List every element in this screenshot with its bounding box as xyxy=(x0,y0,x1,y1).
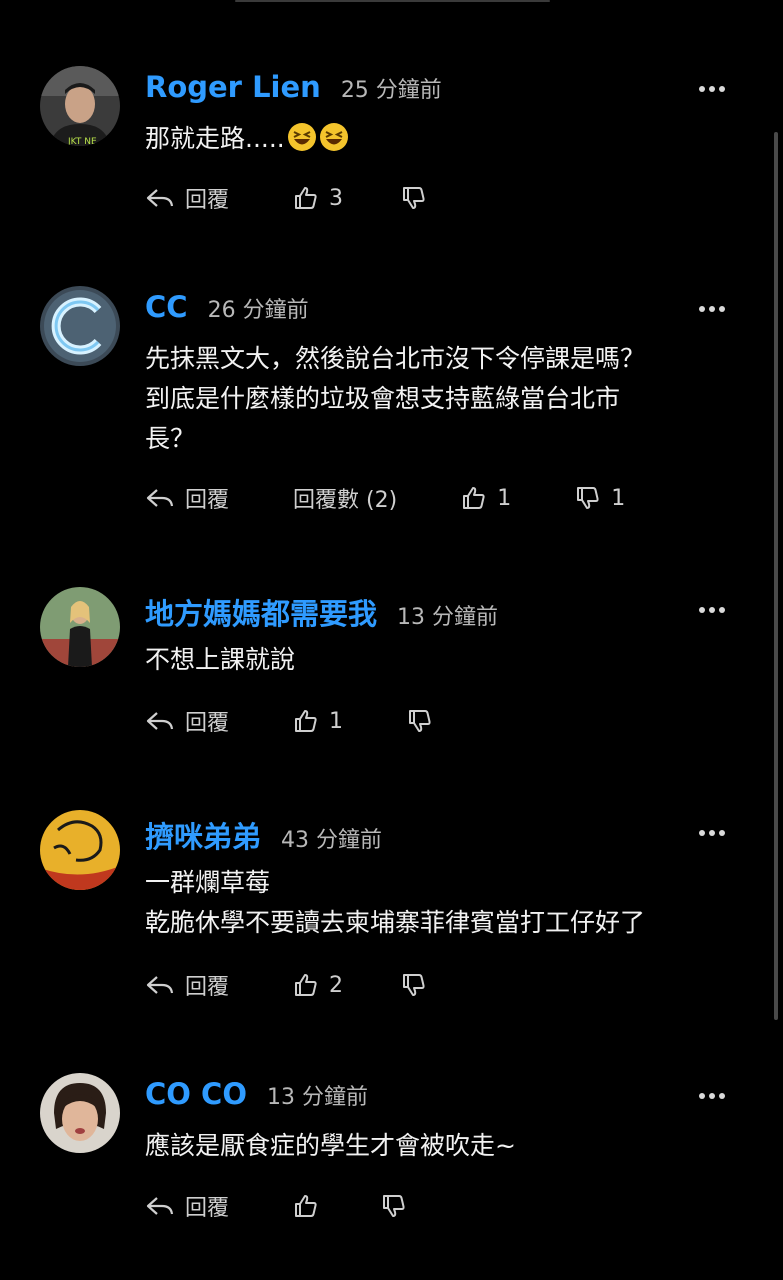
reply-button[interactable]: 回覆 xyxy=(145,969,229,1001)
like-count: 1 xyxy=(497,485,512,511)
reply-label: 回覆 xyxy=(185,188,230,213)
comment-text: 應該是厭食症的學生才會被吹走~ xyxy=(145,1131,516,1160)
more-options-icon[interactable] xyxy=(692,826,732,840)
thumbs-up-icon xyxy=(463,487,485,509)
comment-actions: 回覆 回覆數 (2) 1 1 xyxy=(145,481,625,515)
dislike-button[interactable] xyxy=(401,185,427,211)
reply-label: 回覆 xyxy=(185,1196,230,1221)
comment-actions: 回覆 1 xyxy=(145,704,433,738)
like-button[interactable] xyxy=(293,1193,319,1219)
more-options-icon[interactable] xyxy=(692,603,732,617)
timestamp: 26 分鐘前 xyxy=(207,298,309,323)
like-button[interactable]: 1 xyxy=(461,485,511,511)
comment-header: CO CO 13 分鐘前 xyxy=(145,1077,368,1117)
author-name[interactable]: 擠咪弟弟 xyxy=(145,814,261,856)
comment-text: 不想上課就說 xyxy=(145,645,296,674)
like-button[interactable]: 1 xyxy=(293,708,343,734)
author-name[interactable]: CO CO xyxy=(145,1077,247,1111)
like-count: 1 xyxy=(329,708,344,734)
reply-arrow-icon xyxy=(146,1197,174,1215)
reply-button[interactable]: 回覆 xyxy=(145,182,229,214)
author-name[interactable]: 地方媽媽都需要我 xyxy=(145,591,377,633)
comment-text: 那就走路..... xyxy=(145,119,745,164)
thumbs-down-icon xyxy=(409,710,431,732)
scrollbar[interactable] xyxy=(774,132,778,1020)
dislike-button[interactable] xyxy=(407,708,433,734)
replies-count: 回覆數 (2) xyxy=(293,488,398,513)
like-count: 2 xyxy=(329,972,344,998)
author-name[interactable]: CC xyxy=(145,290,188,324)
thumbs-down-icon xyxy=(577,487,599,509)
reply-button[interactable]: 回覆 xyxy=(145,705,229,737)
more-options-icon[interactable] xyxy=(692,1089,732,1103)
reply-arrow-icon xyxy=(146,189,174,207)
avatar[interactable] xyxy=(40,810,120,890)
comment-header: CC 26 分鐘前 xyxy=(145,290,309,330)
thumbs-down-icon xyxy=(383,1195,405,1217)
like-button[interactable]: 3 xyxy=(293,185,343,211)
more-options-icon[interactable] xyxy=(692,302,732,316)
comment-header: 地方媽媽都需要我 13 分鐘前 xyxy=(145,591,498,631)
thumbs-up-icon xyxy=(295,710,317,732)
comment-text: 先抹黑文大，然後說台北市沒下令停課是嗎？ 到底是什麼樣的垃圾會想支持藍綠當台北市… xyxy=(145,344,646,453)
reply-arrow-icon xyxy=(146,489,174,507)
timestamp: 25 分鐘前 xyxy=(340,78,442,103)
comment-actions: 回覆 2 xyxy=(145,968,427,1002)
author-name[interactable]: Roger Lien xyxy=(145,70,321,104)
avatar[interactable] xyxy=(40,286,120,366)
thumbs-up-icon xyxy=(295,1195,317,1217)
reply-label: 回覆 xyxy=(185,711,230,736)
comment-actions: 回覆 xyxy=(145,1189,407,1223)
reply-arrow-icon xyxy=(146,976,174,994)
dislike-button[interactable]: 1 xyxy=(575,485,625,511)
avatar[interactable]: JKT NE xyxy=(40,66,120,146)
more-options-icon[interactable] xyxy=(692,82,732,96)
thumbs-up-icon xyxy=(295,974,317,996)
dislike-count: 1 xyxy=(611,485,626,511)
sheet-handle xyxy=(235,0,550,2)
reply-button[interactable]: 回覆 xyxy=(145,482,229,514)
reply-arrow-icon xyxy=(146,712,174,730)
thumbs-down-icon xyxy=(403,187,425,209)
like-button[interactable]: 2 xyxy=(293,972,343,998)
timestamp: 43 分鐘前 xyxy=(281,828,383,853)
thumbs-up-icon xyxy=(295,187,317,209)
like-count: 3 xyxy=(329,185,344,211)
thumbs-down-icon xyxy=(403,974,425,996)
laughing-face-icon xyxy=(287,122,317,164)
dislike-button[interactable] xyxy=(401,972,427,998)
comment-text: 一群爛草莓 乾脆休學不要讀去柬埔寨菲律賓當打工仔好了 xyxy=(145,868,646,937)
comment-actions: 回覆 3 xyxy=(145,181,427,215)
comment-header: 擠咪弟弟 43 分鐘前 xyxy=(145,814,382,854)
avatar[interactable] xyxy=(40,1073,120,1153)
svg-text:JKT NE: JKT NE xyxy=(67,137,97,146)
comment-header: Roger Lien 25 分鐘前 xyxy=(145,70,442,110)
view-replies-button[interactable]: 回覆數 (2) xyxy=(293,482,397,514)
reply-label: 回覆 xyxy=(185,975,230,1000)
avatar[interactable] xyxy=(40,587,120,667)
dislike-button[interactable] xyxy=(381,1193,407,1219)
reply-label: 回覆 xyxy=(185,488,230,513)
laughing-face-icon xyxy=(319,122,349,164)
timestamp: 13 分鐘前 xyxy=(266,1085,368,1110)
reply-button[interactable]: 回覆 xyxy=(145,1190,229,1222)
timestamp: 13 分鐘前 xyxy=(397,605,499,630)
